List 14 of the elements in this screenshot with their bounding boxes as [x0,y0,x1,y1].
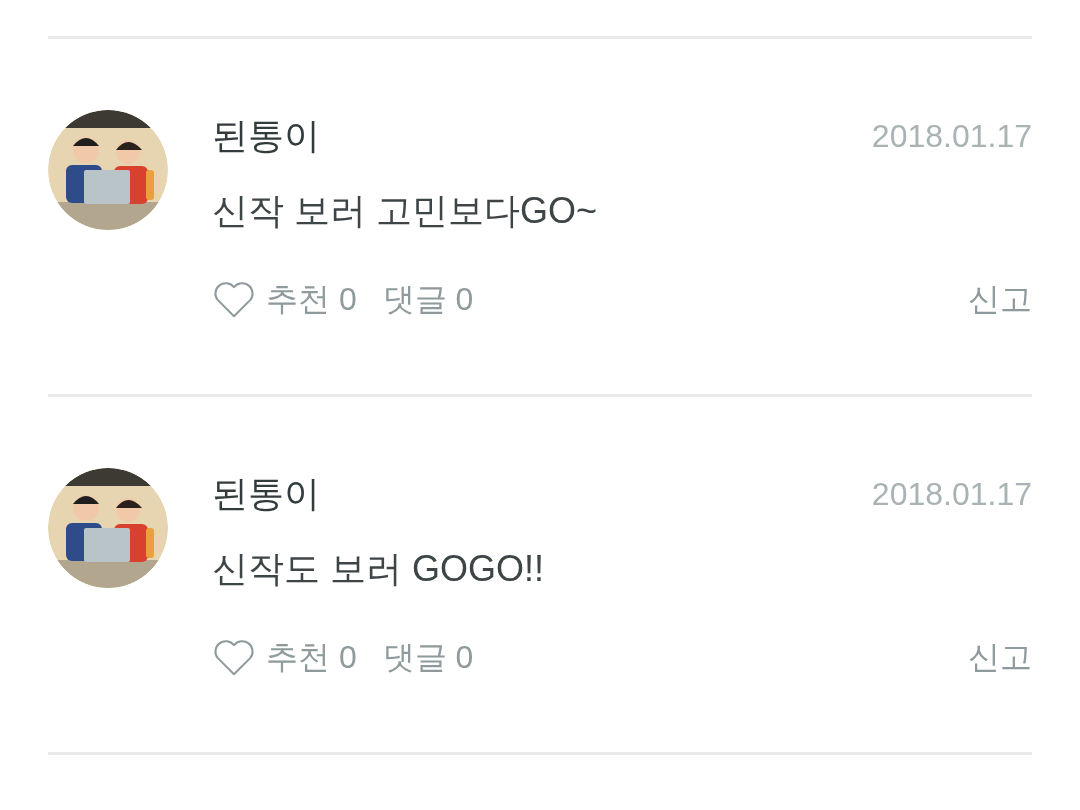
reply-button[interactable]: 댓글 0 [382,277,474,321]
report-button[interactable]: 신고 [968,277,1032,321]
author-name: 된통이 [212,114,320,158]
comment-date: 2018.01.17 [871,117,1032,156]
comment-text: 신작도 보러 GOGO!! [212,547,545,591]
comment-date: 2018.01.17 [871,475,1032,514]
report-button[interactable]: 신고 [968,635,1032,679]
reply-button[interactable]: 댓글 0 [382,635,474,679]
heart-icon [212,279,256,319]
like-button[interactable]: 추천 0 [212,635,357,679]
heart-icon [212,637,256,677]
like-button[interactable]: 추천 0 [212,277,357,321]
author-name: 된통이 [212,472,320,516]
comment-text: 신작 보러 고민보다GO~ [212,189,599,233]
